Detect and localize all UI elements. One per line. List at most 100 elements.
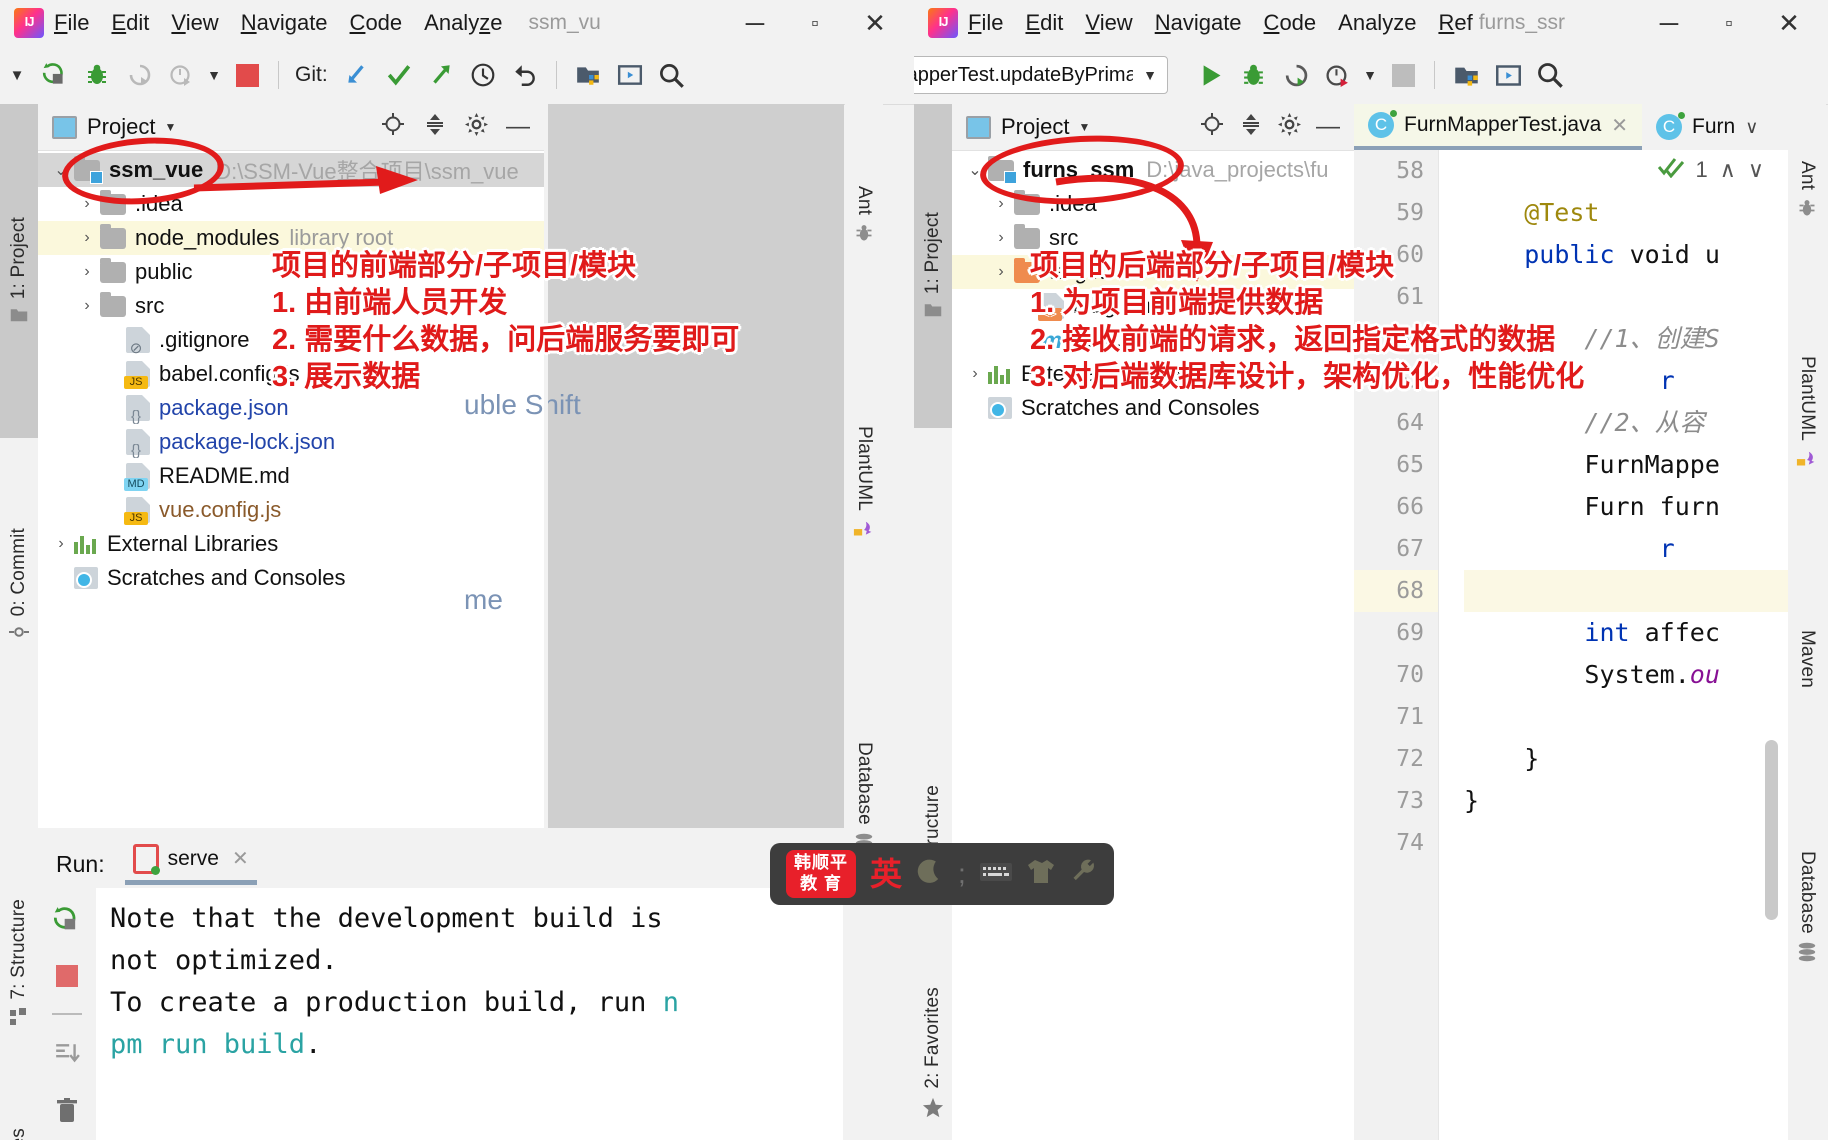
chevron-right-icon[interactable]: › <box>74 263 100 281</box>
minimize-button[interactable]: ─ <box>742 10 768 36</box>
left-window-left-rail[interactable]: 1: Project 0: Commit 7: Structure Favori… <box>0 104 38 1140</box>
left-menubar[interactable]: File Edit View Navigate Code Analyze <box>54 10 502 36</box>
prev-problem-icon[interactable]: ∧ <box>1720 157 1736 183</box>
right-menubar[interactable]: File Edit View Navigate Code Analyze Ref <box>968 10 1473 36</box>
chevron-down-icon[interactable]: ∨ <box>1745 117 1758 138</box>
run-console-output[interactable]: Note that the development build is not op… <box>96 888 843 1140</box>
toolwindow-ant[interactable]: Ant <box>845 104 883 328</box>
project-structure-icon[interactable] <box>1445 54 1487 96</box>
chevron-right-icon[interactable]: › <box>74 229 100 247</box>
wrench-icon[interactable] <box>1070 858 1098 891</box>
code-line[interactable]: FurnMappe <box>1464 444 1788 486</box>
moon-icon[interactable] <box>916 858 944 891</box>
project-structure-icon[interactable] <box>567 54 609 96</box>
code-line[interactable]: } <box>1464 738 1788 780</box>
menu-navigate[interactable]: Navigate <box>1155 10 1242 36</box>
ime-logo[interactable]: 韩顺平 教 育 <box>786 850 856 898</box>
profile-dropdown-icon[interactable]: ▼ <box>1358 54 1382 96</box>
history-icon[interactable] <box>462 54 504 96</box>
tree-row[interactable]: Scratches and Consoles <box>952 391 1354 425</box>
ime-toolbar[interactable]: 韩顺平 教 育 英 ; <box>770 843 1114 905</box>
chevron-down-icon[interactable]: ▼ <box>1078 120 1090 134</box>
code-line[interactable]: //2、从容 <box>1464 402 1788 444</box>
stop-icon[interactable] <box>56 965 78 987</box>
locate-icon[interactable] <box>1200 112 1224 142</box>
project-panel-actions[interactable]: — <box>1200 112 1344 142</box>
run-with-coverage-icon[interactable] <box>118 54 160 96</box>
toolwindow-plantuml[interactable]: PlantUML <box>1788 278 1826 552</box>
search-everywhere-icon[interactable] <box>651 54 693 96</box>
project-panel-actions[interactable]: — <box>381 112 534 142</box>
tree-row[interactable]: › External Libraries <box>38 527 544 561</box>
rollback-icon[interactable] <box>504 54 546 96</box>
editor-tab-bar[interactable]: C FurnMapperTest.java ✕ C Furn ∨ <box>1354 104 1788 150</box>
toolwindow-ant[interactable]: Ant <box>1788 104 1826 278</box>
tab-furnmappertest[interactable]: C FurnMapperTest.java ✕ <box>1354 104 1643 150</box>
sidebar-item-structure[interactable]: 7: Structure <box>0 832 38 1096</box>
stop-icon[interactable] <box>1382 54 1424 96</box>
run-anything-icon[interactable] <box>1487 54 1529 96</box>
tree-row[interactable]: MD README.md <box>38 459 544 493</box>
editor-splitter[interactable] <box>544 104 548 828</box>
profile-dropdown-icon[interactable]: ▼ <box>202 54 226 96</box>
code-line[interactable]: int affec <box>1464 612 1788 654</box>
semicolon-icon[interactable]: ; <box>958 860 966 888</box>
sidebar-item-favorites[interactable]: 2: Favorites <box>914 942 952 1140</box>
menu-analyze[interactable]: Analyze <box>424 10 502 36</box>
sidebar-item-project[interactable]: 1: Project <box>0 104 38 438</box>
left-editor-empty-area[interactable]: uble Shift me <box>464 104 844 828</box>
toolwindow-maven[interactable]: Maven <box>1788 552 1826 766</box>
code-line[interactable] <box>1464 822 1788 864</box>
maximize-button[interactable]: ▫ <box>1716 13 1742 34</box>
collapse-all-icon[interactable] <box>1239 112 1263 142</box>
toolwindow-plantuml[interactable]: PlantUML <box>845 328 883 642</box>
menu-code[interactable]: Code <box>1264 10 1317 36</box>
trash-icon[interactable] <box>55 1098 79 1129</box>
menu-edit[interactable]: Edit <box>1025 10 1063 36</box>
chevron-down-icon[interactable]: ▼ <box>164 120 176 134</box>
right-window-controls[interactable]: ─ ▫ ✕ <box>1656 10 1828 36</box>
inspection-widget[interactable]: 1 ∧ ∨ <box>1657 156 1764 184</box>
left-toolbar[interactable]: ▼ ▼ Git: <box>0 46 914 105</box>
chevron-right-icon[interactable]: › <box>74 297 100 315</box>
menu-view[interactable]: View <box>171 10 218 36</box>
collapse-all-icon[interactable] <box>423 112 447 142</box>
navbar-dropdown-icon[interactable]: ▼ <box>0 54 34 96</box>
run-with-coverage-icon[interactable] <box>1274 54 1316 96</box>
menu-code[interactable]: Code <box>350 10 403 36</box>
sidebar-item-commit[interactable]: 0: Commit <box>0 438 38 732</box>
run-icon[interactable] <box>1190 54 1232 96</box>
menu-edit[interactable]: Edit <box>111 10 149 36</box>
menu-navigate[interactable]: Navigate <box>241 10 328 36</box>
git-commit-icon[interactable] <box>378 54 420 96</box>
hide-icon[interactable]: — <box>506 113 530 141</box>
sidebar-item-project[interactable]: 1: Project <box>914 104 952 428</box>
chevron-right-icon[interactable]: › <box>962 365 988 383</box>
right-window-left-rail[interactable]: 1: Project ructure 2: Favorites b <box>914 104 952 1140</box>
editor-vertical-scrollbar[interactable] <box>1765 740 1778 920</box>
code-line[interactable]: System.ou <box>1464 654 1788 696</box>
stop-icon[interactable] <box>226 54 268 96</box>
close-button[interactable]: ✕ <box>1776 10 1802 36</box>
maximize-button[interactable]: ▫ <box>802 13 828 34</box>
tree-row[interactable]: {} package-lock.json <box>38 425 544 459</box>
sidebar-item-favorites[interactable]: Favorites <box>0 1096 38 1140</box>
rerun-icon[interactable] <box>53 906 81 939</box>
keyboard-icon[interactable] <box>979 860 1012 889</box>
run-icon[interactable] <box>34 54 76 96</box>
run-configuration-selector[interactable]: urnMapperTest.updateByPrimaryKey ▼ <box>914 56 1168 94</box>
menu-file[interactable]: File <box>968 10 1003 36</box>
run-anything-icon[interactable] <box>609 54 651 96</box>
git-update-icon[interactable] <box>336 54 378 96</box>
menu-refactor[interactable]: Ref <box>1438 10 1472 36</box>
next-problem-icon[interactable]: ∨ <box>1748 157 1764 183</box>
code-line[interactable] <box>1464 696 1788 738</box>
search-everywhere-icon[interactable] <box>1529 54 1571 96</box>
menu-analyze[interactable]: Analyze <box>1338 10 1416 36</box>
tab-furn[interactable]: C Furn ∨ <box>1642 104 1773 150</box>
scroll-to-end-icon[interactable] <box>54 1041 80 1072</box>
git-push-icon[interactable] <box>420 54 462 96</box>
tree-row[interactable]: JS vue.config.js <box>38 493 544 527</box>
right-toolbar[interactable]: urnMapperTest.updateByPrimaryKey ▼ ▼ <box>914 46 1828 105</box>
toolwindow-database[interactable]: Database <box>845 642 883 956</box>
